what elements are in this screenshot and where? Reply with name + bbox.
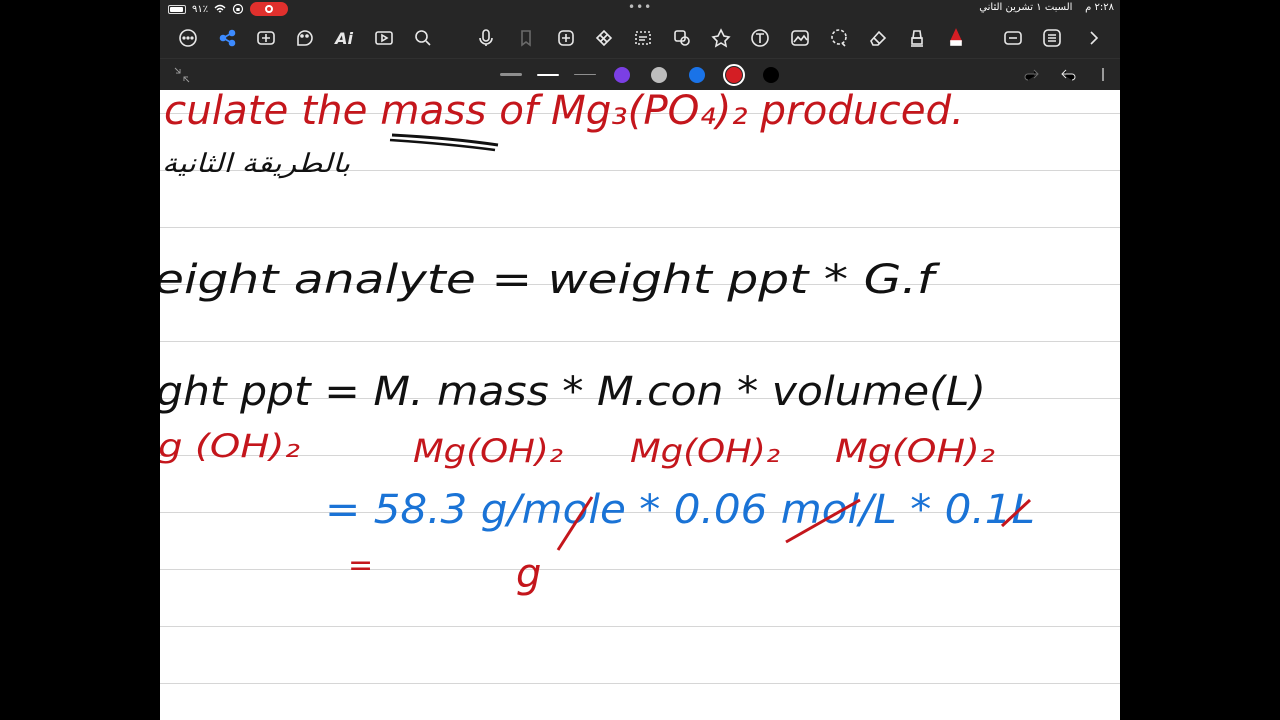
handwriting-line-weight-ppt: ght ppt = M. mass * M.con * volume(L) — [160, 369, 986, 415]
notebook-page[interactable]: culate the mass of Mg₃(PO₄)₂ produced. ب… — [160, 90, 1120, 720]
eraser-icon[interactable] — [866, 26, 890, 50]
crop-icon[interactable] — [592, 26, 616, 50]
undo-icon[interactable] — [1058, 65, 1078, 85]
textbox-icon[interactable] — [1001, 26, 1025, 50]
handwriting-equals: = — [348, 548, 373, 583]
ai-icon[interactable]: Ai — [332, 26, 356, 50]
stamp-icon[interactable] — [709, 26, 733, 50]
text-plus-icon[interactable] — [254, 26, 278, 50]
ipad-screen: ٩١٪ ••• ٢:٢٨ م السبت ١ تشرين الثاني Ai c… — [160, 0, 1120, 720]
main-toolbar: Ai — [160, 18, 1120, 58]
lock-rotation-icon — [233, 3, 244, 15]
redo-icon[interactable] — [1022, 65, 1042, 85]
handwriting-unit-g: g — [516, 551, 541, 597]
media-icon[interactable] — [372, 26, 396, 50]
pen-options-bar — [160, 58, 1120, 91]
color-swatch-purple[interactable] — [614, 67, 630, 83]
bookmark-icon[interactable] — [514, 26, 538, 50]
lasso-icon[interactable] — [827, 26, 851, 50]
more-icon[interactable] — [176, 26, 200, 50]
record-icon — [265, 5, 274, 13]
chevron-right-icon[interactable] — [1082, 26, 1106, 50]
handwriting-line-question: culate the mass of Mg₃(PO₄)₂ produced. — [164, 90, 964, 134]
text-tool-icon[interactable] — [748, 26, 772, 50]
handwriting-label-volume: Mg(OH)₂ — [835, 432, 995, 470]
multitasking-dots-icon[interactable]: ••• — [628, 0, 652, 14]
highlighter-icon[interactable] — [905, 26, 929, 50]
lasso-add-icon[interactable] — [554, 26, 578, 50]
pen-thickness-thick[interactable] — [500, 73, 522, 76]
handwriting-line-substitution: = 58.3 g/mole * 0.06 mol/L * 0.1L — [325, 487, 1035, 533]
pen-thickness-medium[interactable] — [537, 74, 559, 76]
handwriting-label-con: Mg(OH)₂ — [630, 432, 780, 470]
battery-fill — [170, 6, 183, 12]
image-tool-icon[interactable] — [788, 26, 812, 50]
status-time: ٢:٢٨ م — [1085, 2, 1114, 13]
share-icon[interactable] — [216, 26, 240, 50]
list-icon[interactable] — [1040, 26, 1064, 50]
handwriting-line-arabic-note: بالطريقة الثانية — [162, 149, 350, 179]
page-divider-handle[interactable] — [1102, 68, 1104, 81]
sticker-icon[interactable] — [293, 26, 317, 50]
handwriting-line-formula: eight analyte = weight ppt * G.f — [160, 257, 941, 303]
status-left: ٩١٪ — [168, 2, 289, 16]
battery-percent: ٩١٪ — [192, 3, 209, 15]
pen-thickness-thin[interactable] — [574, 74, 596, 75]
screen-recording-indicator[interactable] — [250, 2, 289, 16]
handwriting-layer: culate the mass of Mg₃(PO₄)₂ produced. ب… — [160, 90, 1035, 597]
status-right: ٢:٢٨ م السبت ١ تشرين الثاني — [979, 2, 1114, 13]
status-date: السبت ١ تشرين الثاني — [979, 2, 1073, 13]
handwriting-label-oh: g (OH)₂ — [160, 427, 300, 465]
battery-icon — [168, 4, 186, 14]
color-swatch-red[interactable] — [723, 64, 745, 86]
status-bar: ٩١٪ ••• ٢:٢٨ م السبت ١ تشرين الثاني — [160, 0, 1120, 18]
collapse-arrows-icon[interactable] — [172, 65, 192, 85]
mic-icon[interactable] — [474, 26, 498, 50]
search-icon[interactable] — [411, 26, 435, 50]
handwriting-label-mass: Mg(OH)₂ — [413, 432, 563, 470]
color-swatch-blue[interactable] — [689, 67, 705, 83]
pen-icon[interactable] — [944, 26, 968, 50]
wifi-icon — [214, 4, 226, 13]
color-swatch-black[interactable] — [763, 67, 779, 83]
color-swatch-gray[interactable] — [651, 67, 667, 83]
select-icon[interactable] — [631, 26, 655, 50]
shapes-icon[interactable] — [670, 26, 694, 50]
